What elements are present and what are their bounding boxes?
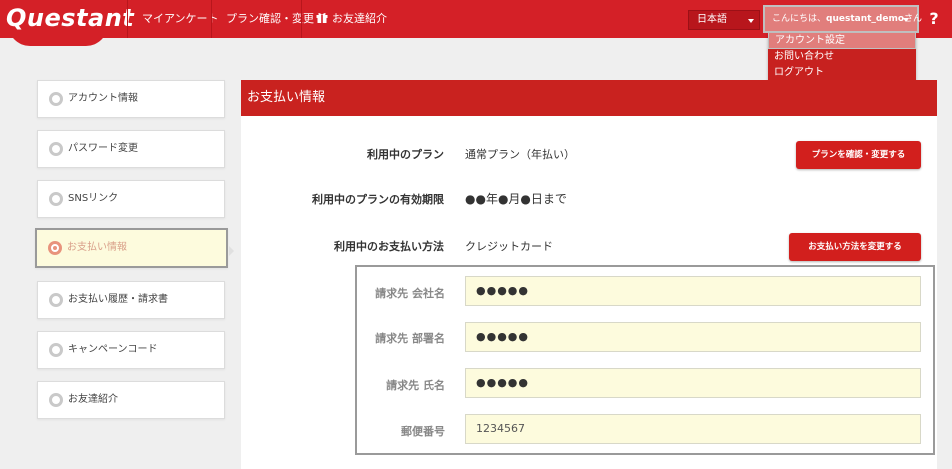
user-greeting: こんにちは、 [772, 14, 827, 24]
user-dropdown-menu: アカウント設定 お問い合わせ ログアウト [768, 33, 916, 85]
chevron-down-icon [903, 18, 909, 22]
sidebar-item-sns[interactable]: SNSリンク [37, 180, 225, 218]
sidebar-item-campaign[interactable]: キャンペーンコード [37, 331, 225, 369]
radio-icon [49, 142, 63, 156]
plan-value: 通常プラン（年払い） [465, 148, 575, 161]
payment-method-label: 利用中のお支払い方法 [334, 240, 444, 253]
zip-field[interactable]: 1234567 [465, 414, 921, 444]
language-select[interactable]: 日本語 [688, 10, 760, 30]
sidebar-item-referral[interactable]: お友達紹介 [37, 381, 225, 419]
sidebar-item-label: SNSリンク [68, 193, 119, 204]
sidebar-item-label: キャンペーンコード [68, 344, 158, 355]
nav-referral[interactable]: お友達紹介 [301, 0, 401, 38]
radio-icon [49, 393, 63, 407]
language-label: 日本語 [697, 14, 727, 25]
billing-dept-field[interactable]: ●●●●● [465, 322, 921, 352]
billing-name-field[interactable]: ●●●●● [465, 368, 921, 398]
menu-item-logout[interactable]: ログアウト [768, 65, 916, 81]
sidebar-item-label: パスワード変更 [68, 143, 138, 154]
radio-icon [49, 293, 63, 307]
nav-referral-label: お友達紹介 [332, 12, 387, 25]
sidebar-item-payment-history[interactable]: お支払い履歴・請求書 [37, 281, 225, 319]
active-pointer-icon [229, 246, 234, 256]
chevron-down-icon [748, 19, 754, 23]
payment-method-value: クレジットカード [465, 240, 553, 253]
plan-label: 利用中のプラン [367, 148, 444, 161]
logo-text: Questant [6, 4, 135, 32]
radio-icon [49, 192, 63, 206]
sidebar-item-label: お支払い履歴・請求書 [68, 294, 168, 305]
billing-dept-label: 請求先 部署名 [375, 332, 445, 345]
sidebar-item-label: お友達紹介 [68, 394, 118, 405]
zip-label: 郵便番号 [401, 425, 445, 438]
sidebar-item-payment-info[interactable]: お支払い情報 [35, 228, 228, 268]
sidebar-item-password[interactable]: パスワード変更 [37, 130, 225, 168]
logo[interactable]: Questant [0, 0, 134, 46]
sidebar-item-account-info[interactable]: アカウント情報 [37, 80, 225, 118]
menu-item-contact[interactable]: お問い合わせ [768, 49, 916, 65]
user-name: questant_demo [826, 14, 905, 24]
billing-company-field[interactable]: ●●●●● [465, 276, 921, 306]
change-plan-button[interactable]: プランを確認・変更する [796, 141, 921, 169]
menu-item-account-settings[interactable]: アカウント設定 [768, 33, 916, 49]
sidebar-item-label: アカウント情報 [68, 93, 138, 104]
help-icon[interactable]: ? [924, 8, 944, 30]
billing-info-box: 請求先 会社名 ●●●●● 請求先 部署名 ●●●●● 請求先 氏名 ●●●●●… [355, 265, 935, 455]
radio-selected-icon [48, 241, 62, 255]
user-menu-button[interactable]: こんにちは、questant_demoさん [763, 5, 922, 33]
expiry-value: ●●年●月●日まで [465, 192, 567, 206]
sidebar-item-label: お支払い情報 [67, 242, 127, 253]
radio-icon [49, 343, 63, 357]
billing-name-label: 請求先 氏名 [386, 379, 445, 392]
change-payment-method-button[interactable]: お支払い方法を変更する [789, 233, 921, 261]
radio-icon [49, 92, 63, 106]
expiry-label: 利用中のプランの有効期限 [312, 193, 444, 206]
page-title: お支払い情報 [241, 80, 937, 116]
billing-company-label: 請求先 会社名 [375, 287, 445, 300]
gift-icon [316, 13, 328, 23]
